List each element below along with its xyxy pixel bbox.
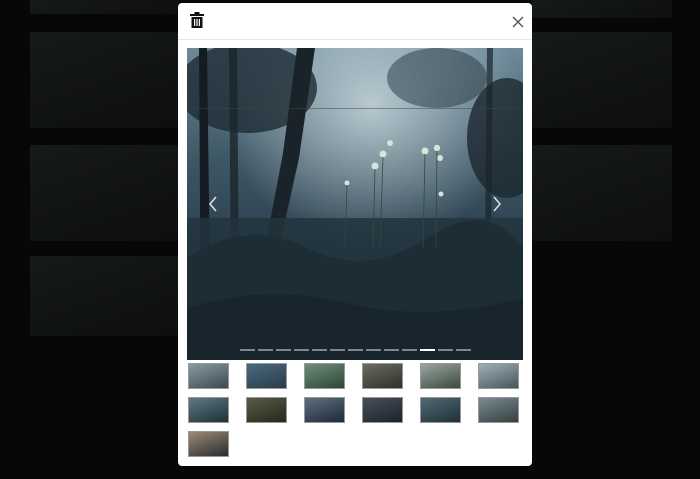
photo-thumbnail[interactable] — [478, 397, 519, 423]
photo-thumbnail[interactable] — [362, 397, 403, 423]
slide-indicator[interactable] — [365, 349, 381, 351]
slide-indicators — [187, 349, 523, 353]
photo-thumbnail[interactable] — [478, 363, 519, 389]
slide-indicator[interactable] — [293, 349, 309, 351]
trash-icon — [190, 12, 204, 28]
main-photo — [187, 48, 523, 360]
photo-thumbnail[interactable] — [362, 363, 403, 389]
photo-thumbnail[interactable] — [246, 363, 287, 389]
slide-indicator[interactable] — [311, 349, 327, 351]
main-photo-viewer — [187, 48, 523, 360]
slide-indicator[interactable] — [347, 349, 363, 351]
previous-photo-button[interactable] — [205, 194, 221, 214]
photo-thumbnail[interactable] — [188, 397, 229, 423]
photo-thumbnail[interactable] — [246, 397, 287, 423]
slide-indicator[interactable] — [437, 349, 453, 351]
photo-thumbnail[interactable] — [188, 431, 229, 457]
chevron-left-icon — [209, 196, 217, 212]
photo-lightbox-modal — [178, 3, 532, 466]
photo-thumbnail[interactable] — [188, 363, 229, 389]
photo-thumbnail[interactable] — [420, 397, 461, 423]
slide-indicator[interactable] — [329, 349, 345, 351]
slide-indicator[interactable] — [239, 349, 255, 351]
delete-button[interactable] — [190, 12, 204, 28]
photo-thumbnail[interactable] — [304, 397, 345, 423]
close-icon — [512, 16, 524, 28]
close-button[interactable] — [512, 15, 524, 28]
slide-indicator[interactable] — [275, 349, 291, 351]
slide-indicator[interactable] — [455, 349, 471, 351]
page — [0, 0, 700, 479]
photo-thumbnail[interactable] — [420, 363, 461, 389]
slide-indicator[interactable] — [383, 349, 399, 351]
slide-indicator[interactable] — [419, 349, 435, 351]
modal-header — [178, 3, 532, 40]
photo-thumbnail[interactable] — [304, 363, 345, 389]
slide-indicator[interactable] — [257, 349, 273, 351]
next-photo-button[interactable] — [489, 194, 505, 214]
slide-indicator[interactable] — [401, 349, 417, 351]
chevron-right-icon — [493, 196, 501, 212]
